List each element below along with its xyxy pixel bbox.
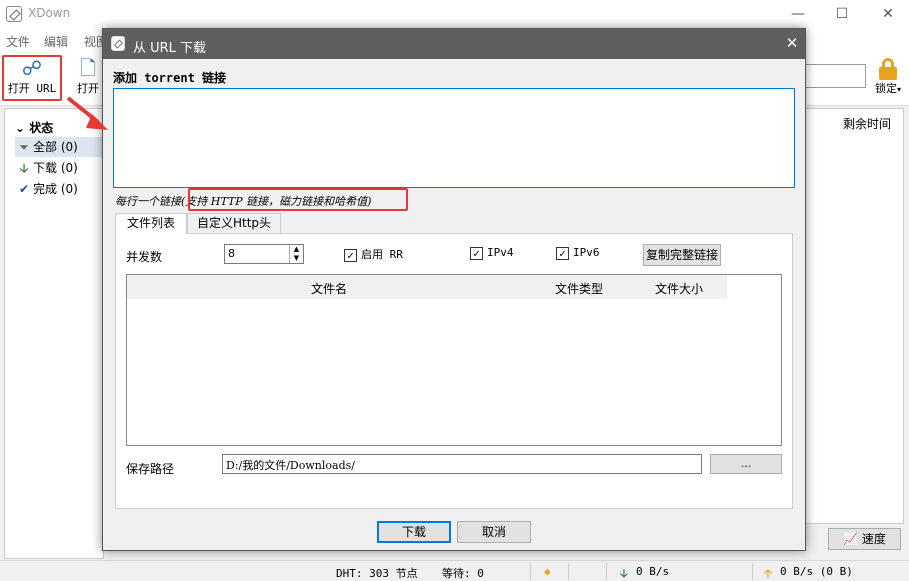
dialog-titlebar: 从 URL 下载 ✕ bbox=[103, 29, 805, 59]
upload-speed: 0 B/s (0 B) bbox=[780, 565, 853, 578]
add-torrent-label: 添加 torrent 链接 bbox=[113, 71, 227, 85]
highlight-open-url bbox=[2, 55, 62, 101]
highlight-hint bbox=[188, 188, 408, 211]
statusbar: DHT: 303 节点 等待: 0 ◆ 🡣 0 B/s 🡡 0 B/s (0 B… bbox=[0, 560, 909, 581]
column-file-name[interactable]: 文件名 bbox=[311, 280, 347, 297]
lock-icon bbox=[882, 58, 894, 67]
sidebar: ⌄ 状态 ⏷ 全部 (0) 🡣 下载 (0) ✔ 完成 (0) bbox=[4, 108, 105, 559]
sidebar-item-completed[interactable]: ✔ 完成 (0) bbox=[15, 179, 105, 199]
check-icon: ✔ bbox=[18, 182, 30, 196]
spin-down-icon[interactable]: ▼ bbox=[290, 254, 303, 263]
minimize-icon[interactable]: — bbox=[788, 4, 808, 24]
download-button[interactable]: 下载 bbox=[377, 521, 451, 543]
sidebar-header[interactable]: ⌄ 状态 bbox=[15, 119, 53, 136]
column-file-size[interactable]: 文件大小 bbox=[655, 280, 703, 297]
checkmark-icon: ✓ bbox=[470, 246, 483, 260]
browse-button[interactable]: ... bbox=[710, 454, 782, 474]
ipv6-checkbox[interactable]: ✓ IPv6 bbox=[556, 246, 600, 262]
concurrency-label: 并发数 bbox=[126, 250, 163, 264]
spin-up-icon[interactable]: ▲ bbox=[290, 245, 303, 254]
ipv4-checkbox[interactable]: ✓ IPv4 bbox=[470, 246, 514, 262]
copy-full-links-button[interactable]: 复制完整链接 bbox=[643, 244, 721, 266]
dht-status: DHT: 303 节点 bbox=[336, 567, 418, 580]
upload-speed-icon: 🡡 bbox=[764, 567, 772, 580]
app-logo-icon bbox=[6, 6, 22, 22]
menu-edit[interactable]: 编辑 bbox=[44, 33, 68, 50]
download-speed-icon: 🡣 bbox=[620, 567, 628, 580]
download-speed: 0 B/s bbox=[636, 565, 670, 578]
maximize-icon[interactable]: ☐ bbox=[832, 4, 852, 24]
column-remaining-time[interactable]: 剩余时间 bbox=[843, 115, 891, 132]
cancel-button[interactable]: 取消 bbox=[457, 521, 531, 543]
menu-file[interactable]: 文件 bbox=[6, 33, 30, 50]
concurrency-stepper[interactable]: 8 ▲ ▼ bbox=[224, 244, 304, 264]
sidebar-item-all[interactable]: ⏷ 全部 (0) bbox=[15, 137, 105, 157]
dialog-title: 从 URL 下载 bbox=[133, 41, 207, 56]
lock-button[interactable]: 锁定▾ bbox=[872, 58, 904, 98]
red-arrow-annotation bbox=[66, 96, 108, 130]
sidebar-item-downloading[interactable]: 🡣 下载 (0) bbox=[15, 158, 105, 178]
close-icon[interactable]: ✕ bbox=[878, 4, 898, 24]
app-title: XDown bbox=[28, 6, 71, 20]
file-table[interactable]: 文件名 文件类型 文件大小 bbox=[126, 274, 782, 446]
waiting-status: 等待: 0 bbox=[442, 567, 484, 580]
chart-icon: 📈 bbox=[843, 532, 859, 546]
speed-button[interactable]: 📈 速度 bbox=[828, 528, 901, 550]
save-path-input[interactable]: D:/我的文件/Downloads/ bbox=[222, 454, 702, 474]
main-titlebar: XDown — ☐ ✕ bbox=[0, 0, 909, 28]
chevron-down-icon: ⌄ bbox=[15, 121, 26, 135]
download-arrow-icon: 🡣 bbox=[19, 161, 29, 175]
checkmark-icon: ✓ bbox=[556, 246, 569, 260]
column-file-type[interactable]: 文件类型 bbox=[555, 280, 603, 297]
tab-custom-http-header[interactable]: 自定义Http头 bbox=[187, 213, 281, 233]
enable-rr-checkbox[interactable]: ✓ 启用 RR bbox=[344, 246, 403, 262]
lock-label: 锁定 bbox=[874, 82, 897, 95]
tab-panel-file-list: 并发数 8 ▲ ▼ ✓ 启用 RR ✓ IPv4 ✓ IPv6 复制完整链接 文件名 … bbox=[115, 233, 793, 509]
url-input[interactable] bbox=[113, 88, 795, 188]
save-path-label: 保存路径 bbox=[126, 462, 175, 476]
search-input[interactable] bbox=[800, 64, 866, 88]
filter-icon: ⏷ bbox=[19, 140, 29, 154]
dialog-app-icon bbox=[111, 36, 125, 51]
tab-file-list[interactable]: 文件列表 bbox=[115, 213, 187, 234]
url-download-dialog: 从 URL 下载 ✕ 添加 torrent 链接 每行一个链接(支持 HTTP … bbox=[102, 28, 806, 551]
flame-icon: ◆ bbox=[544, 565, 551, 578]
table-header: 文件名 文件类型 文件大小 bbox=[127, 275, 727, 299]
checkmark-icon: ✓ bbox=[344, 248, 357, 262]
dialog-close-icon[interactable]: ✕ bbox=[783, 34, 801, 52]
